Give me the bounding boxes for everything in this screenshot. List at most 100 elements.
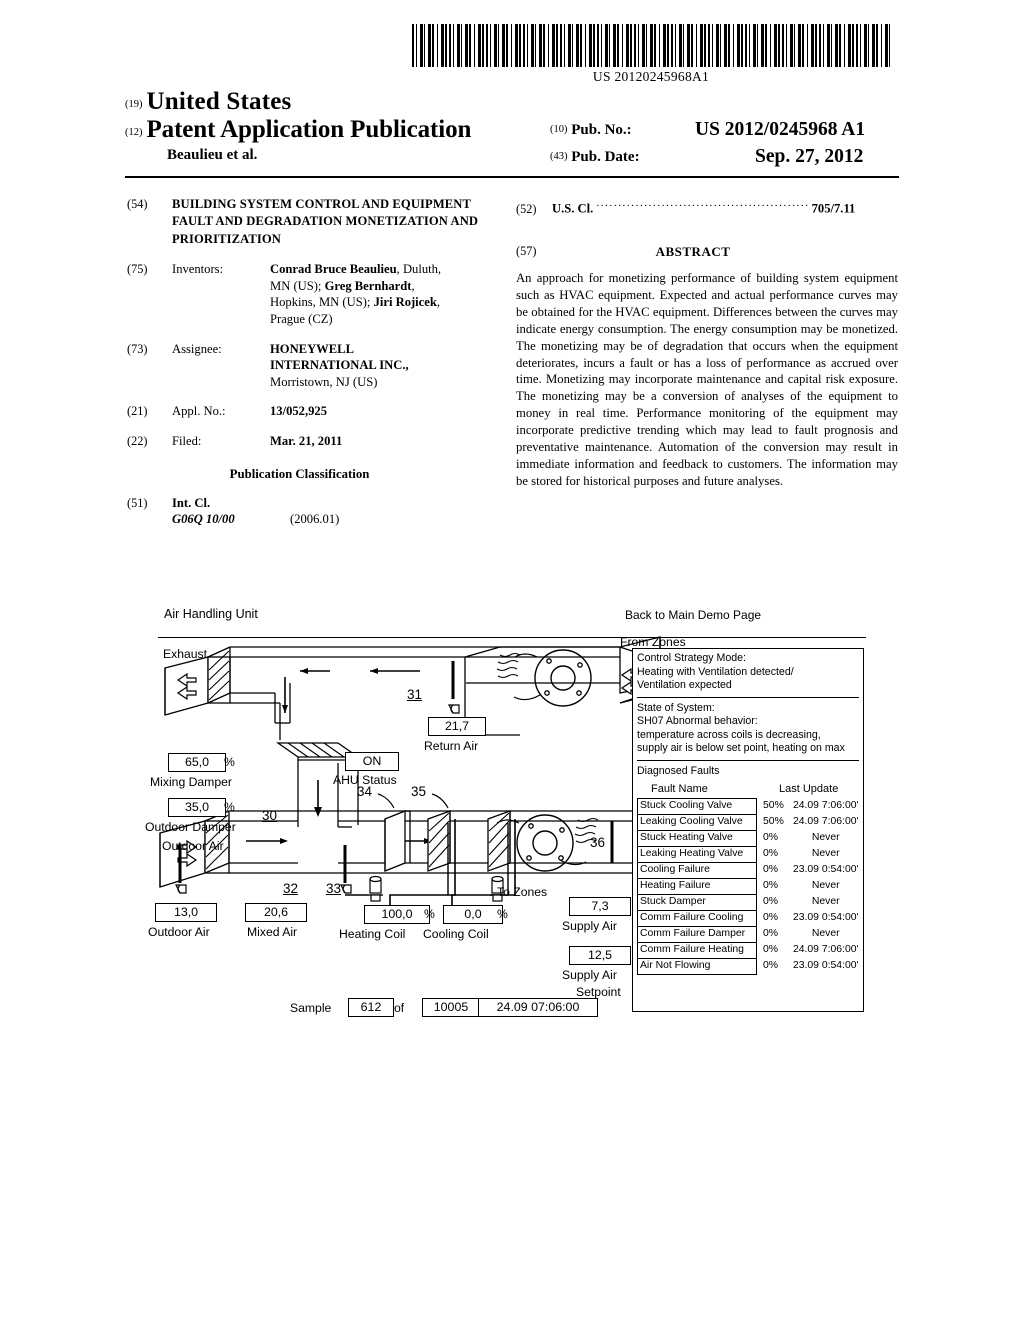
fault-name-cell: Comm Failure Heating: [636, 942, 758, 960]
fault-last-update-cell: Never: [811, 896, 840, 908]
assignee-value: HONEYWELL INTERNATIONAL INC., Morristown…: [270, 341, 492, 391]
pub-no-label: Pub. No.:: [571, 122, 632, 138]
field-code-54: (54): [127, 197, 148, 211]
ref-numeral-36: 36: [590, 835, 606, 850]
fault-name-cell: Leaking Cooling Valve: [636, 814, 758, 832]
fault-probability-cell: 0%: [763, 880, 779, 892]
publication-number-row: (10) Pub. No.: US 2012/0245968 A1: [550, 119, 900, 140]
assignee-item: (73) Assignee: HONEYWELL INTERNATIONAL I…: [127, 341, 492, 391]
fault-last-update-cell: Never: [811, 928, 840, 940]
panel-divider-1: [637, 696, 859, 698]
fault-row[interactable]: Stuck Cooling Valve 50% 24.09 7:06:00': [636, 798, 859, 816]
fault-probability-cell: 0%: [763, 896, 779, 908]
int-cl-item: (51) Int. Cl. G06Q 10/00 (2006.01): [127, 495, 492, 528]
us-cl-value: 705/7.11: [811, 201, 856, 216]
label-outdoor-air-duct: Outdoor Air: [162, 839, 224, 853]
fault-last-update-cell: 23.09 0:54:00': [792, 960, 859, 972]
publication-date-row: (43) Pub. Date: Sep. 27, 2012: [550, 146, 900, 167]
fault-probability-cell: 0%: [763, 912, 779, 924]
fault-row[interactable]: Heating Failure 0% Never: [636, 878, 859, 896]
ref-numeral-35: 35: [411, 784, 427, 799]
fault-row[interactable]: Stuck Heating Valve 0% Never: [636, 830, 859, 848]
fault-row[interactable]: Leaking Heating Valve 0% Never: [636, 846, 859, 864]
cooling-coil-value[interactable]: 0,0: [443, 905, 503, 925]
label-outdoor-damper: Outdoor Damper: [145, 820, 236, 834]
fault-probability-cell: 0%: [763, 832, 779, 844]
fault-probability-cell: 0%: [763, 960, 779, 972]
fault-name-cell: Comm Failure Cooling: [636, 910, 758, 928]
field-code-22: (22): [127, 434, 148, 448]
fault-row[interactable]: Air Not Flowing 0% 23.09 0:54:00': [636, 958, 859, 976]
assignee-label: Assignee:: [172, 341, 222, 356]
field-code-75: (75): [127, 262, 148, 277]
bibliographic-right-column: (52) U.S. Cl. ...........................…: [516, 196, 898, 490]
label-mixed-air: Mixed Air: [247, 925, 298, 939]
sample-index-value[interactable]: 612: [348, 998, 394, 1018]
field-code-21: (21): [127, 404, 148, 419]
column-header-last-update: Last Update: [779, 783, 839, 796]
inventor-3-sep: ,: [436, 295, 441, 310]
fault-row[interactable]: Comm Failure Cooling 0% 23.09 0:54:00': [636, 910, 859, 928]
state-of-system-label: State of System:: [637, 701, 715, 714]
diagnosed-faults-label: Diagnosed Faults: [637, 764, 720, 777]
outdoor-damper-value[interactable]: 35,0: [168, 798, 226, 818]
appl-no-label: Appl. No.:: [172, 404, 226, 419]
sample-total-value[interactable]: 10005: [422, 998, 480, 1018]
int-cl-value: Int. Cl. G06Q 10/00 (2006.01): [172, 495, 492, 528]
state-of-system-line-1: SH07 Abnormal behavior:: [637, 715, 758, 728]
ahu-status-value[interactable]: ON: [345, 752, 399, 772]
sample-timestamp-value[interactable]: 24.09 07:06:00: [478, 998, 598, 1018]
label-mixing-damper: Mixing Damper: [150, 775, 232, 789]
heating-coil-value[interactable]: 100,0: [364, 905, 430, 925]
label-heating-coil: Heating Coil: [339, 927, 406, 941]
inventor-2-city: Hopkins, MN (US);: [270, 295, 374, 310]
fault-probability-cell: 0%: [763, 944, 779, 956]
label-supply-air-setpoint-line1: Supply Air: [562, 968, 617, 982]
supply-air-setpoint-value[interactable]: 12,5: [569, 946, 631, 966]
mixing-damper-value[interactable]: 65,0: [168, 753, 226, 773]
figure-air-handling-unit: Air Handling Unit Back to Main Demo Page: [0, 595, 1024, 1045]
fault-row[interactable]: Comm Failure Damper 0% Never: [636, 926, 859, 944]
outdoor-air-value[interactable]: 13,0: [155, 903, 217, 923]
label-from-zones: From Zones: [620, 635, 686, 649]
fault-name-cell: Heating Failure: [636, 878, 758, 896]
pub-date-value: Sep. 27, 2012: [755, 146, 864, 167]
pub-date-label: Pub. Date:: [571, 149, 640, 165]
fault-row[interactable]: Leaking Cooling Valve 50% 24.09 7:06:00': [636, 814, 859, 832]
fault-table-header: Fault Name Last Update: [637, 782, 859, 795]
fault-name-cell: Stuck Heating Valve: [636, 830, 758, 848]
fault-name-cell: Air Not Flowing: [636, 958, 758, 976]
return-air-value[interactable]: 21,7: [428, 717, 486, 737]
mixing-damper-unit: %: [224, 755, 235, 769]
fault-row[interactable]: Comm Failure Heating 0% 24.09 7:06:00': [636, 942, 859, 960]
state-of-system-line-3: supply air is below set point, heating o…: [637, 742, 845, 755]
filed-label: Filed:: [172, 434, 202, 448]
inventors-item: (75) Inventors: Conrad Bruce Beaulieu, D…: [127, 261, 492, 327]
kind-code-43: (43): [550, 151, 568, 162]
fault-name-cell: Leaking Heating Valve: [636, 846, 758, 864]
fault-name-cell: Comm Failure Damper: [636, 926, 758, 944]
label-to-zones: To Zones: [497, 885, 548, 899]
publication-classification-heading: Publication Classification: [229, 466, 370, 481]
mixed-air-value[interactable]: 20,6: [245, 903, 307, 923]
appl-no-value: 13/052,925: [270, 404, 328, 419]
assignee-line-1: HONEYWELL: [270, 341, 354, 356]
abstract-text: An approach for monetizing performance o…: [516, 270, 898, 489]
fault-last-update-cell: Never: [811, 880, 840, 892]
fault-row[interactable]: Cooling Failure 0% 23.09 0:54:00': [636, 862, 859, 880]
ref-numeral-31: 31: [407, 687, 423, 702]
supply-air-value[interactable]: 7,3: [569, 897, 631, 917]
inventor-2-sep: ,: [411, 278, 415, 293]
outdoor-damper-unit: %: [224, 800, 235, 814]
diagnostics-info-panel: Control Strategy Mode: Heating with Vent…: [632, 648, 864, 1012]
inventor-1-state: MN (US);: [270, 278, 325, 293]
control-strategy-line-2: Ventilation expected: [637, 679, 732, 692]
invention-title: BUILDING SYSTEM CONTROL AND EQUIPMENT FA…: [172, 197, 479, 246]
control-strategy-line-1: Heating with Ventilation detected/: [637, 665, 794, 678]
int-cl-code: G06Q 10/00: [172, 512, 235, 527]
fault-row[interactable]: Stuck Damper 0% Never: [636, 894, 859, 912]
kind-code-19: (19): [125, 99, 143, 110]
state-of-system-line-2: temperature across coils is decreasing,: [637, 728, 821, 741]
label-outdoor-air-sensor: Outdoor Air: [148, 925, 210, 939]
label-return-air: Return Air: [424, 739, 479, 753]
